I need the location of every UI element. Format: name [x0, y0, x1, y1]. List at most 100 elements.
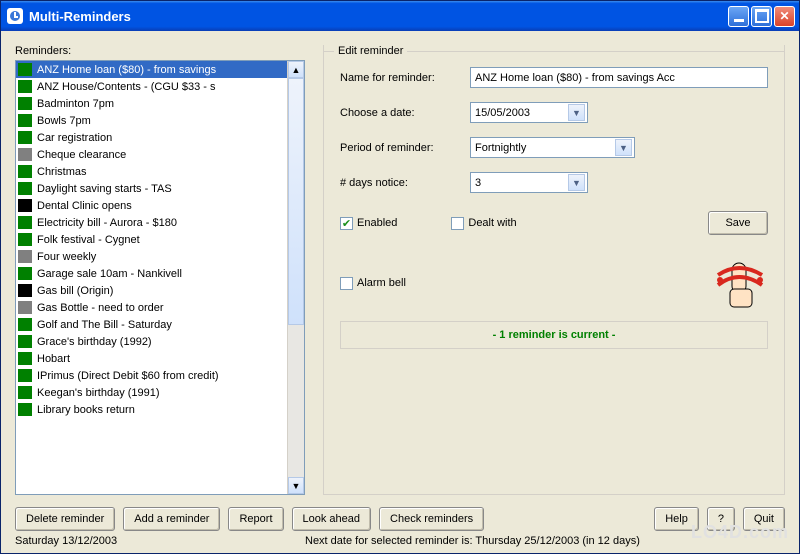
report-button[interactable]: Report [228, 507, 283, 531]
days-combo[interactable]: 3 ▼ [470, 172, 588, 193]
list-item-text: Daylight saving starts - TAS [37, 183, 172, 195]
list-item[interactable]: Keegan's birthday (1991) [16, 384, 287, 401]
group-title: Edit reminder [334, 45, 407, 57]
dealt-label: Dealt with [468, 217, 516, 229]
save-button[interactable]: Save [708, 211, 768, 235]
look-ahead-button[interactable]: Look ahead [292, 507, 372, 531]
list-item[interactable]: Gas bill (Origin) [16, 282, 287, 299]
list-item-text: ANZ House/Contents - (CGU $33 - s [37, 81, 216, 93]
list-item-text: Gas bill (Origin) [37, 285, 113, 297]
reminders-label: Reminders: [15, 45, 305, 57]
status-line: Saturday 13/12/2003 Next date for select… [15, 533, 785, 547]
list-item[interactable]: Golf and The Bill - Saturday [16, 316, 287, 333]
list-item-text: Garage sale 10am - Nankivell [37, 268, 182, 280]
period-value: Fortnightly [475, 142, 526, 154]
days-value: 3 [475, 177, 481, 189]
dealt-checkbox-row[interactable]: Dealt with [451, 217, 516, 230]
scroll-thumb[interactable] [288, 78, 304, 325]
status-swatch [18, 80, 32, 93]
list-item-text: Grace's birthday (1992) [37, 336, 152, 348]
list-item[interactable]: Dental Clinic opens [16, 197, 287, 214]
date-value: 15/05/2003 [475, 107, 530, 119]
status-swatch [18, 386, 32, 399]
status-swatch [18, 301, 32, 314]
status-swatch [18, 182, 32, 195]
list-item-text: Electricity bill - Aurora - $180 [37, 217, 177, 229]
status-swatch [18, 97, 32, 110]
list-item[interactable]: Christmas [16, 163, 287, 180]
list-item[interactable]: Electricity bill - Aurora - $180 [16, 214, 287, 231]
chevron-down-icon: ▼ [568, 104, 585, 121]
scroll-down-button[interactable]: ▼ [288, 477, 304, 494]
alarm-checkbox-row[interactable]: Alarm bell [340, 277, 406, 290]
list-item[interactable]: Garage sale 10am - Nankivell [16, 265, 287, 282]
list-item[interactable]: Grace's birthday (1992) [16, 333, 287, 350]
status-swatch [18, 250, 32, 263]
list-item-text: Gas Bottle - need to order [37, 302, 164, 314]
status-banner: - 1 reminder is current - [340, 321, 768, 349]
list-item[interactable]: Badminton 7pm [16, 95, 287, 112]
dealt-checkbox[interactable] [451, 217, 464, 230]
client-area: Reminders: ANZ Home loan ($80) - from sa… [1, 31, 799, 553]
list-item-text: Library books return [37, 404, 135, 416]
status-date: Saturday 13/12/2003 [15, 535, 305, 547]
reminder-finger-icon [712, 255, 768, 311]
app-window: Multi-Reminders Reminders: ANZ Home loan… [0, 0, 800, 554]
status-swatch [18, 131, 32, 144]
list-item-text: Christmas [37, 166, 87, 178]
date-combo[interactable]: 15/05/2003 ▼ [470, 102, 588, 123]
scroll-up-button[interactable]: ▲ [288, 61, 304, 78]
days-label: # days notice: [340, 177, 470, 189]
list-item[interactable]: IPrimus (Direct Debit $60 from credit) [16, 367, 287, 384]
list-item[interactable]: Folk festival - Cygnet [16, 231, 287, 248]
enabled-checkbox-row[interactable]: ✔ Enabled [340, 217, 397, 230]
bottom-button-bar: Delete reminder Add a reminder Report Lo… [15, 495, 785, 533]
window-title: Multi-Reminders [29, 9, 728, 24]
window-controls [728, 6, 795, 27]
list-item[interactable]: Daylight saving starts - TAS [16, 180, 287, 197]
list-item-text: Four weekly [37, 251, 96, 263]
chevron-down-icon: ▼ [615, 139, 632, 156]
vertical-scrollbar[interactable]: ▲ ▼ [287, 61, 304, 494]
list-item-text: Keegan's birthday (1991) [37, 387, 160, 399]
list-item-text: Golf and The Bill - Saturday [37, 319, 172, 331]
alarm-label: Alarm bell [357, 277, 406, 289]
maximize-button[interactable] [751, 6, 772, 27]
close-button[interactable] [774, 6, 795, 27]
check-reminders-button[interactable]: Check reminders [379, 507, 484, 531]
status-swatch [18, 335, 32, 348]
list-item[interactable]: ANZ House/Contents - (CGU $33 - s [16, 78, 287, 95]
list-item[interactable]: Car registration [16, 129, 287, 146]
list-item[interactable]: Bowls 7pm [16, 112, 287, 129]
status-swatch [18, 233, 32, 246]
list-item[interactable]: ANZ Home loan ($80) - from savings [16, 61, 287, 78]
status-swatch [18, 369, 32, 382]
status-swatch [18, 199, 32, 212]
minimize-button[interactable] [728, 6, 749, 27]
list-item-text: Cheque clearance [37, 149, 126, 161]
list-item-text: Dental Clinic opens [37, 200, 132, 212]
list-item[interactable]: Gas Bottle - need to order [16, 299, 287, 316]
titlebar[interactable]: Multi-Reminders [1, 1, 799, 31]
add-reminder-button[interactable]: Add a reminder [123, 507, 220, 531]
period-combo[interactable]: Fortnightly ▼ [470, 137, 635, 158]
chevron-down-icon: ▼ [568, 174, 585, 191]
list-item-text: Hobart [37, 353, 70, 365]
list-item[interactable]: Four weekly [16, 248, 287, 265]
alarm-checkbox[interactable] [340, 277, 353, 290]
list-item[interactable]: Library books return [16, 401, 287, 418]
reminders-listbox[interactable]: ANZ Home loan ($80) - from savings ANZ Ho… [15, 60, 305, 495]
name-input[interactable] [470, 67, 768, 88]
scroll-track[interactable] [288, 78, 304, 477]
status-swatch [18, 284, 32, 297]
list-item[interactable]: Hobart [16, 350, 287, 367]
status-swatch [18, 267, 32, 280]
status-swatch [18, 114, 32, 127]
status-swatch [18, 403, 32, 416]
delete-reminder-button[interactable]: Delete reminder [15, 507, 115, 531]
list-item[interactable]: Cheque clearance [16, 146, 287, 163]
status-swatch [18, 216, 32, 229]
list-item-text: Badminton 7pm [37, 98, 114, 110]
enabled-checkbox[interactable]: ✔ [340, 217, 353, 230]
edit-reminder-group: Edit reminder Name for reminder: Choose … [323, 45, 785, 495]
